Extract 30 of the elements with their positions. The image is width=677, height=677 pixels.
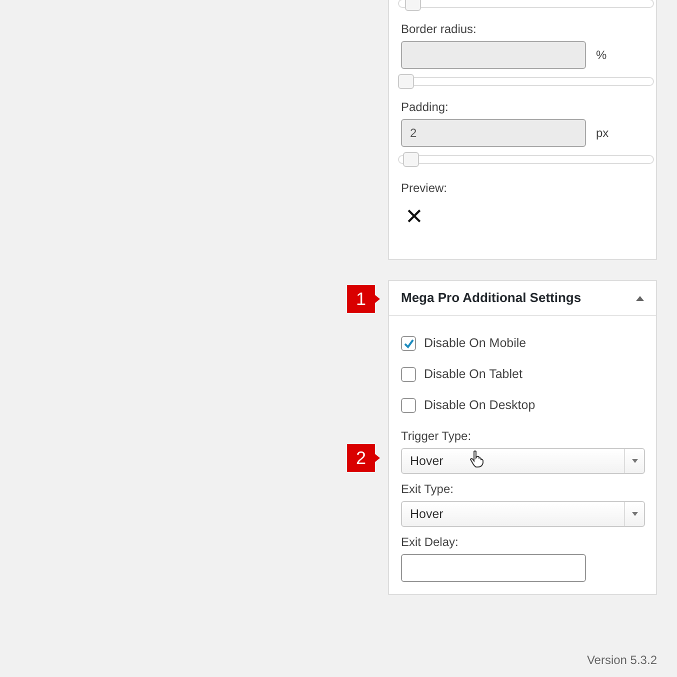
caret-icon [632, 512, 638, 516]
check-icon [402, 338, 414, 350]
input-field[interactable] [401, 554, 586, 582]
checkbox-label: Disable On Tablet [424, 366, 522, 384]
slider-thumb[interactable] [405, 0, 422, 11]
panel-title: Mega Pro Additional Settings [401, 289, 582, 308]
hand-cursor-icon [469, 450, 485, 468]
collapse-caret-icon[interactable] [636, 296, 644, 300]
caret-icon [632, 459, 638, 463]
dropdown[interactable]: Hover [401, 501, 645, 527]
field-label: Trigger Type: [401, 428, 472, 445]
slider[interactable] [398, 152, 654, 166]
field-label: Padding: [401, 99, 450, 116]
checkbox[interactable] [401, 367, 416, 382]
field-label: Exit Type: [401, 481, 454, 498]
preview-close-icon: ✕ [405, 205, 423, 229]
checkbox-label: Disable On Mobile [424, 335, 526, 352]
version-text: Version 5.3.2 [586, 652, 657, 669]
checkbox[interactable] [401, 336, 416, 351]
panel-header[interactable]: Mega Pro Additional Settings [389, 281, 656, 316]
unit-label: % [596, 47, 607, 64]
preview-label: Preview: [401, 180, 448, 197]
unit-label: px [596, 125, 609, 142]
checkbox-label: Disable On Desktop [424, 397, 536, 414]
field-label: Exit Delay: [401, 534, 460, 551]
slider[interactable] [398, 0, 654, 10]
field-label: Border radius: [401, 21, 478, 38]
slider[interactable] [398, 74, 654, 88]
checkbox[interactable] [401, 398, 416, 413]
dropdown[interactable]: Hover [401, 448, 645, 474]
